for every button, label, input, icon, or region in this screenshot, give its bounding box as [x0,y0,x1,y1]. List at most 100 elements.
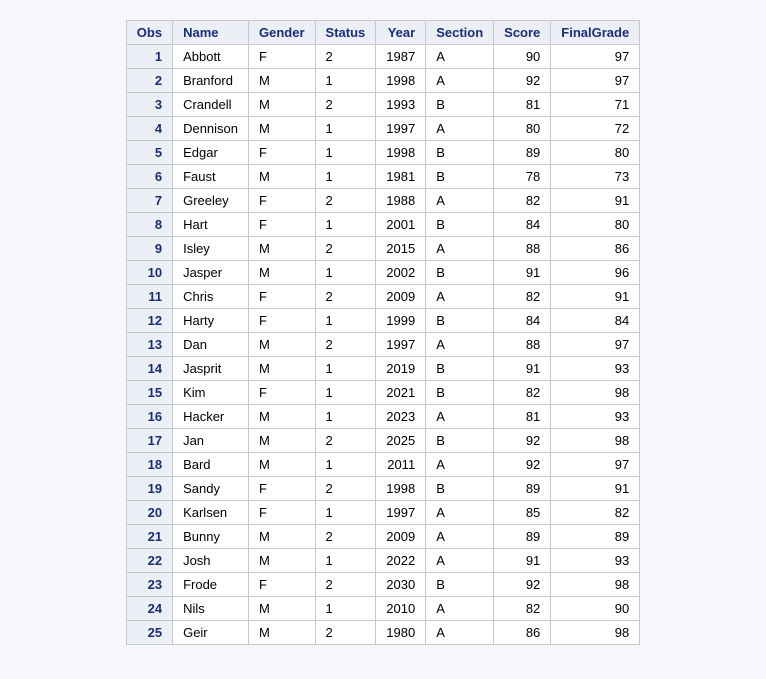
cell-obs: 17 [126,429,172,453]
cell-status: 2 [315,573,376,597]
cell-status: 1 [315,597,376,621]
cell-obs: 11 [126,285,172,309]
cell-obs: 9 [126,237,172,261]
cell-status: 1 [315,501,376,525]
col-header-name: Name [173,21,249,45]
cell-status: 2 [315,237,376,261]
cell-gender: M [249,597,316,621]
data-table: Obs Name Gender Status Year Section Scor… [126,20,640,645]
table-row: 1AbbottF21987A9097 [126,45,639,69]
cell-score: 82 [494,285,551,309]
cell-gender: F [249,501,316,525]
cell-final: 82 [551,501,640,525]
cell-obs: 23 [126,573,172,597]
cell-gender: F [249,213,316,237]
cell-name: Chris [173,285,249,309]
cell-name: Jasprit [173,357,249,381]
cell-gender: M [249,165,316,189]
cell-gender: M [249,261,316,285]
cell-gender: M [249,429,316,453]
cell-status: 2 [315,189,376,213]
cell-final: 97 [551,453,640,477]
cell-gender: F [249,285,316,309]
cell-score: 92 [494,573,551,597]
cell-year: 2019 [376,357,426,381]
cell-section: A [426,405,494,429]
table-row: 20KarlsenF11997A8582 [126,501,639,525]
cell-name: Geir [173,621,249,645]
cell-name: Dennison [173,117,249,141]
cell-year: 1981 [376,165,426,189]
cell-section: B [426,573,494,597]
col-header-score: Score [494,21,551,45]
cell-gender: F [249,381,316,405]
cell-name: Hacker [173,405,249,429]
cell-score: 82 [494,381,551,405]
cell-name: Karlsen [173,501,249,525]
cell-obs: 14 [126,357,172,381]
cell-score: 91 [494,549,551,573]
cell-obs: 18 [126,453,172,477]
cell-final: 91 [551,285,640,309]
cell-obs: 16 [126,405,172,429]
cell-name: Kim [173,381,249,405]
cell-status: 2 [315,45,376,69]
cell-obs: 5 [126,141,172,165]
cell-final: 93 [551,405,640,429]
cell-status: 2 [315,285,376,309]
cell-name: Bunny [173,525,249,549]
cell-section: A [426,597,494,621]
cell-score: 85 [494,501,551,525]
cell-status: 1 [315,549,376,573]
table-row: 2BranfordM11998A9297 [126,69,639,93]
cell-gender: M [249,117,316,141]
cell-final: 98 [551,573,640,597]
table-header: Obs Name Gender Status Year Section Scor… [126,21,639,45]
cell-gender: M [249,453,316,477]
table-body: 1AbbottF21987A90972BranfordM11998A92973C… [126,45,639,645]
cell-obs: 1 [126,45,172,69]
cell-name: Faust [173,165,249,189]
cell-year: 2022 [376,549,426,573]
cell-year: 1997 [376,333,426,357]
cell-name: Jan [173,429,249,453]
cell-name: Dan [173,333,249,357]
cell-status: 1 [315,69,376,93]
cell-final: 97 [551,333,640,357]
cell-gender: M [249,525,316,549]
cell-score: 89 [494,477,551,501]
col-header-finalgrade: FinalGrade [551,21,640,45]
cell-section: A [426,45,494,69]
table-row: 23FrodeF22030B9298 [126,573,639,597]
cell-year: 1998 [376,69,426,93]
cell-score: 82 [494,189,551,213]
cell-score: 81 [494,405,551,429]
cell-status: 1 [315,405,376,429]
col-header-obs: Obs [126,21,172,45]
cell-gender: M [249,549,316,573]
table-row: 19SandyF21998B8991 [126,477,639,501]
cell-obs: 21 [126,525,172,549]
cell-final: 86 [551,237,640,261]
cell-obs: 7 [126,189,172,213]
cell-obs: 20 [126,501,172,525]
cell-name: Frode [173,573,249,597]
cell-section: B [426,213,494,237]
cell-gender: M [249,69,316,93]
cell-final: 97 [551,45,640,69]
cell-obs: 10 [126,261,172,285]
header-row: Obs Name Gender Status Year Section Scor… [126,21,639,45]
cell-status: 1 [315,381,376,405]
cell-section: B [426,357,494,381]
cell-name: Jasper [173,261,249,285]
cell-final: 84 [551,309,640,333]
cell-status: 1 [315,453,376,477]
cell-section: B [426,309,494,333]
cell-status: 1 [315,117,376,141]
table-row: 15KimF12021B8298 [126,381,639,405]
cell-status: 1 [315,165,376,189]
cell-score: 80 [494,117,551,141]
cell-section: A [426,525,494,549]
cell-score: 82 [494,597,551,621]
cell-obs: 4 [126,117,172,141]
